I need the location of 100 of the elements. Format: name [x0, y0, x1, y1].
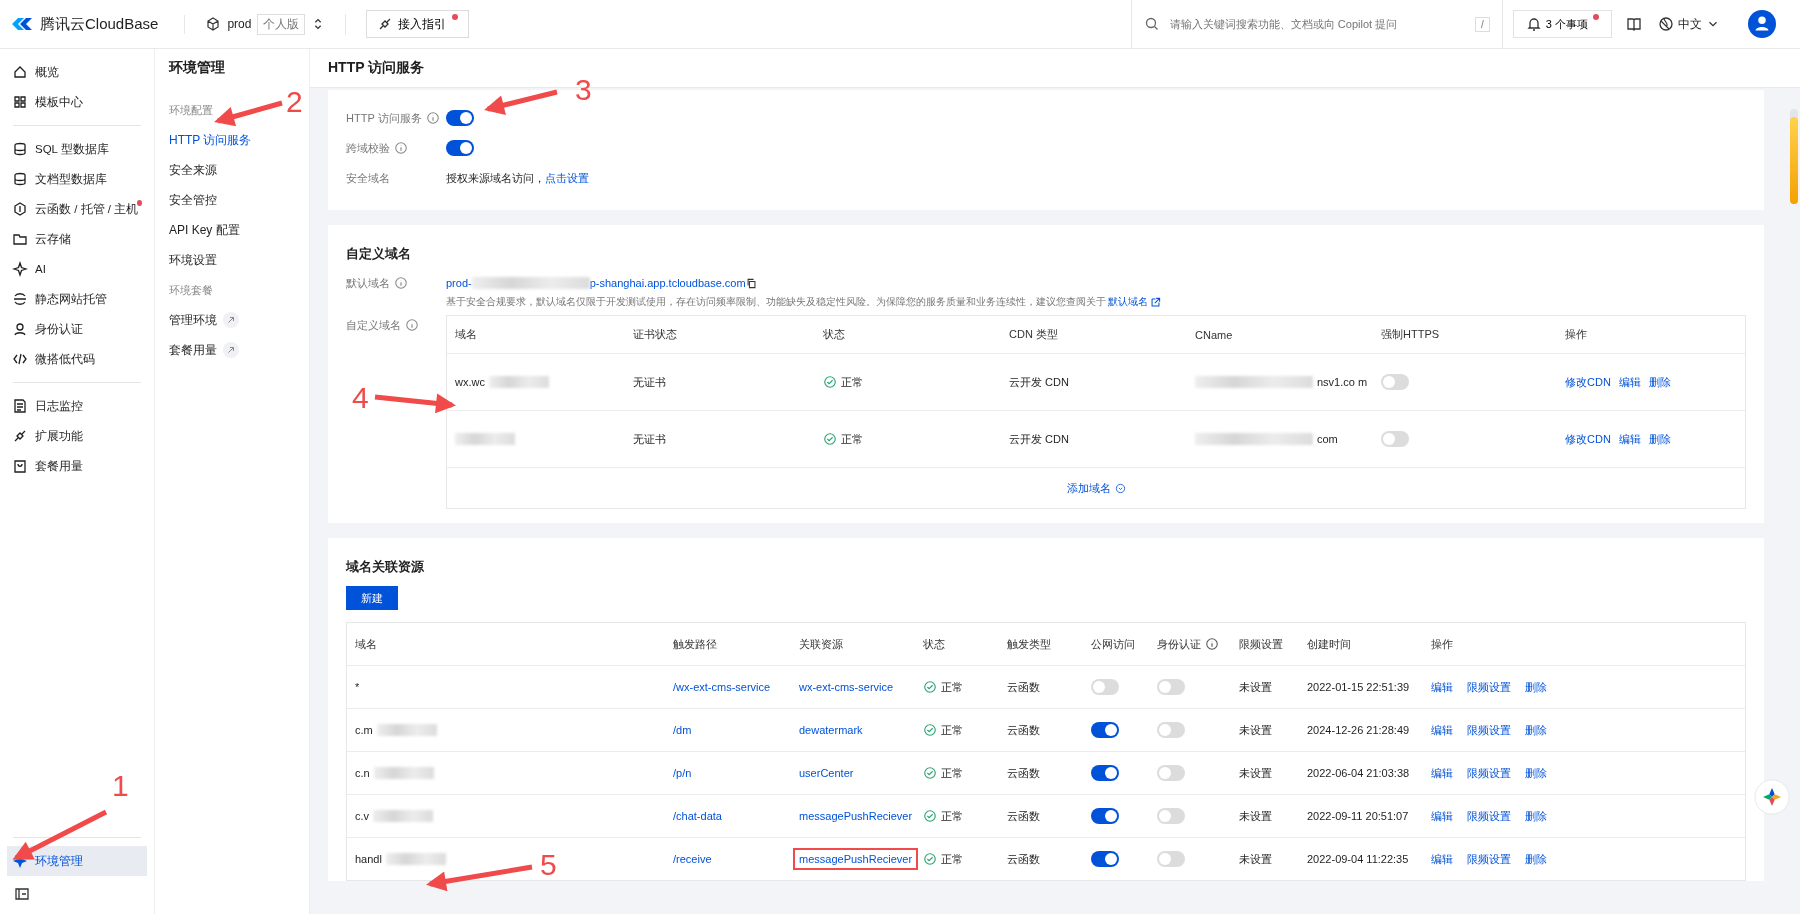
action-link[interactable]: 修改CDN: [1565, 431, 1611, 447]
domain-link[interactable]: p-shanghai.app.tcloudbase.com: [589, 277, 746, 289]
toggle-switch[interactable]: [1157, 679, 1185, 695]
action-link[interactable]: 限频设置: [1461, 760, 1517, 786]
action-link[interactable]: 编辑: [1618, 431, 1641, 447]
resource-link[interactable]: userCenter: [793, 762, 860, 784]
info-icon[interactable]: [405, 318, 419, 332]
toggle-switch[interactable]: [1157, 722, 1185, 738]
action-link[interactable]: 编辑: [1425, 803, 1459, 829]
toggle-switch[interactable]: [1381, 374, 1409, 390]
action-link[interactable]: 限频设置: [1461, 846, 1517, 872]
action-link[interactable]: 删除: [1519, 760, 1553, 786]
column-header: 公网访问: [1091, 636, 1135, 652]
info-icon[interactable]: [425, 111, 440, 125]
chevron-down-icon[interactable]: [1114, 482, 1126, 494]
subnav-item[interactable]: 安全来源: [169, 161, 217, 179]
copy-icon[interactable]: [745, 277, 757, 289]
subnav-item[interactable]: 环境设置: [169, 251, 217, 269]
toggle-switch[interactable]: [1157, 765, 1185, 781]
resource-link[interactable]: messagePushReciever: [793, 805, 919, 827]
action-link[interactable]: 限频设置: [1461, 717, 1517, 743]
resource-link[interactable]: messagePushReciever: [793, 848, 919, 870]
subnav-item[interactable]: API Key 配置: [169, 221, 240, 239]
guide-button[interactable]: 接入指引: [366, 10, 470, 38]
action-link[interactable]: 删除: [1648, 431, 1671, 447]
path-link[interactable]: /p/n: [667, 762, 698, 784]
path-link[interactable]: /wx-ext-cms-service: [667, 676, 777, 698]
card-title: 自定义域名: [346, 245, 412, 263]
action-link[interactable]: 删除: [1519, 717, 1553, 743]
settings-link[interactable]: 点击设置: [545, 171, 589, 184]
shortcut-key: /: [1475, 16, 1490, 32]
action-link[interactable]: 限频设置: [1461, 674, 1517, 700]
sidebar-item[interactable]: SQL 型数据库: [7, 134, 147, 164]
sidebar-item[interactable]: 静态网站托管: [7, 284, 147, 314]
subnav-item[interactable]: 管理环境: [169, 311, 217, 329]
action-link[interactable]: 删除: [1519, 674, 1553, 700]
sidebar-item[interactable]: 微搭低代码: [7, 344, 147, 374]
resource-link[interactable]: wx-ext-cms-service: [793, 676, 900, 698]
brand-name[interactable]: 腾讯云CloudBase: [40, 14, 159, 34]
notifications-button[interactable]: 3 个事项: [1512, 10, 1612, 38]
book-icon[interactable]: [1626, 16, 1642, 32]
toggle-switch[interactable]: [1091, 808, 1119, 824]
toggle-switch[interactable]: [1091, 679, 1119, 695]
resource-link[interactable]: dewatermark: [793, 719, 869, 741]
action-link[interactable]: 编辑: [1425, 674, 1459, 700]
info-icon[interactable]: [394, 141, 408, 155]
new-button[interactable]: 新建: [346, 586, 398, 610]
action-link[interactable]: 编辑: [1425, 717, 1459, 743]
column-header: 状态: [823, 327, 846, 342]
user-icon: [12, 321, 28, 337]
sidebar-item[interactable]: 云函数 / 托管 / 主机: [7, 194, 147, 224]
toggle-switch[interactable]: [1091, 851, 1119, 867]
action-link[interactable]: 删除: [1648, 374, 1671, 390]
info-icon[interactable]: [394, 276, 408, 290]
path-link[interactable]: /receive: [667, 848, 718, 870]
path-link[interactable]: /chat-data: [667, 805, 728, 827]
toggle-switch[interactable]: [1091, 722, 1119, 738]
sidebar-item[interactable]: 文档型数据库: [7, 164, 147, 194]
domain-link[interactable]: prod-: [446, 277, 472, 289]
action-link[interactable]: 编辑: [1425, 846, 1459, 872]
scrollbar[interactable]: [1790, 109, 1798, 204]
sidebar-item[interactable]: 云存储: [7, 224, 147, 254]
column-header: 身份认证: [1157, 636, 1201, 652]
external-link-icon: [1150, 296, 1161, 308]
sidebar-item[interactable]: 环境管理: [7, 846, 147, 876]
path-link[interactable]: /dm: [667, 719, 698, 741]
toggle-switch[interactable]: [446, 110, 474, 126]
sidebar-item[interactable]: 扩展功能: [7, 421, 147, 451]
subnav-item[interactable]: 套餐用量: [169, 341, 217, 359]
add-domain-link[interactable]: 添加域名: [1066, 480, 1111, 496]
environment-selector[interactable]: prod 个人版: [185, 13, 347, 35]
sidebar-item[interactable]: AI: [7, 254, 147, 284]
toggle-switch[interactable]: [1157, 808, 1185, 824]
assistant-icon[interactable]: [1754, 779, 1790, 815]
toggle-switch[interactable]: [1157, 851, 1185, 867]
action-link[interactable]: 编辑: [1618, 374, 1641, 390]
column-header: 证书状态: [633, 327, 678, 342]
action-link[interactable]: 删除: [1519, 846, 1553, 872]
avatar-icon[interactable]: [1748, 10, 1776, 38]
toggle-switch[interactable]: [1381, 431, 1409, 447]
collapse-sidebar-icon[interactable]: [14, 886, 30, 902]
toggle-switch[interactable]: [446, 140, 474, 156]
sidebar-item[interactable]: 身份认证: [7, 314, 147, 344]
subnav-item[interactable]: HTTP 访问服务: [169, 131, 252, 149]
action-link[interactable]: 删除: [1519, 803, 1553, 829]
sidebar-item[interactable]: 概览: [7, 57, 147, 87]
sidebar-item[interactable]: 套餐用量: [7, 451, 147, 481]
action-link[interactable]: 限频设置: [1461, 803, 1517, 829]
action-link[interactable]: 修改CDN: [1565, 374, 1611, 390]
sidebar-item[interactable]: 日志监控: [7, 391, 147, 421]
action-link[interactable]: 编辑: [1425, 760, 1459, 786]
subnav-item[interactable]: 安全管控: [169, 191, 217, 209]
sidebar-item[interactable]: 模板中心: [7, 87, 147, 117]
language-selector[interactable]: 中文: [1658, 15, 1720, 33]
table-cell-text: 无证书: [633, 431, 667, 447]
info-icon[interactable]: [1205, 637, 1219, 651]
toggle-switch[interactable]: [1091, 765, 1119, 781]
docs-link[interactable]: 默认域名: [1108, 295, 1148, 309]
annotation-number: 2: [286, 85, 303, 118]
field-label: 跨域校验: [346, 140, 390, 156]
